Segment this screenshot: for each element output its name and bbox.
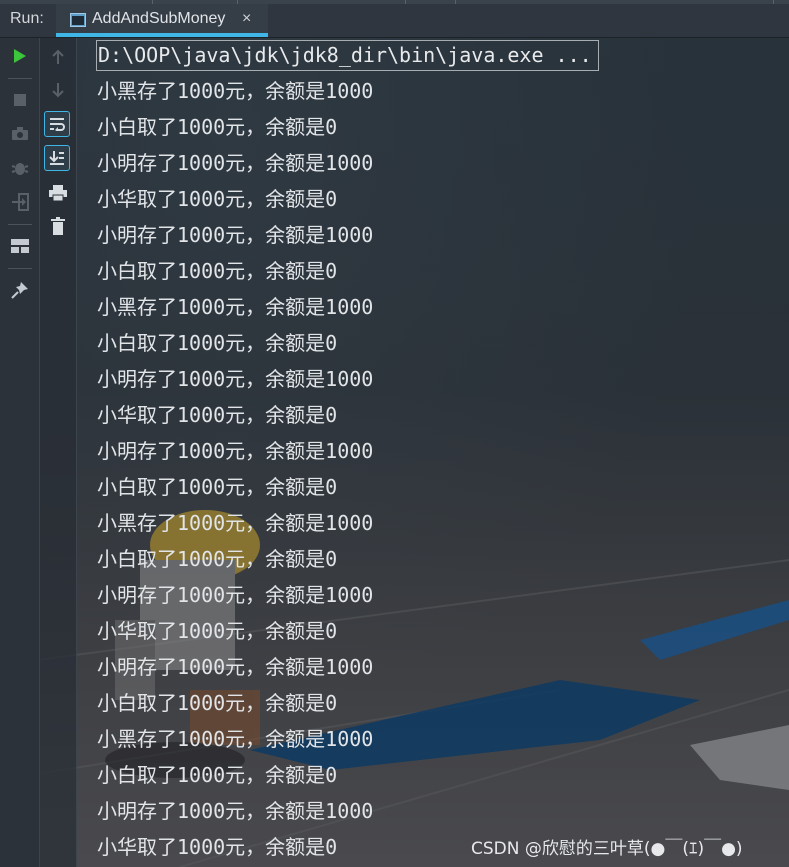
- console-line: 小白取了1000元，余额是0: [97, 691, 338, 715]
- console-line: 小明存了1000元，余额是1000: [97, 151, 374, 175]
- console-output[interactable]: D:\OOP\java\jdk\jdk8_dir\bin\java.exe ..…: [77, 38, 789, 867]
- console-actions-toolbar: [40, 38, 77, 867]
- close-icon[interactable]: ×: [242, 10, 251, 28]
- play-icon[interactable]: [8, 44, 32, 68]
- console-line: 小白取了1000元，余额是0: [97, 763, 338, 787]
- console-line: 小明存了1000元，余额是1000: [97, 367, 374, 391]
- console-line: 小白取了1000元，余额是0: [97, 475, 338, 499]
- exit-icon[interactable]: [8, 190, 32, 214]
- scroll-to-end-icon[interactable]: [44, 145, 70, 171]
- console-line: 小黑存了1000元，余额是1000: [97, 295, 374, 319]
- run-actions-toolbar: [0, 38, 40, 867]
- csdn-watermark: CSDN @欣慰的三叶草(●￣(ｴ)￣●): [471, 839, 743, 859]
- console-window-icon: [70, 13, 86, 27]
- run-tool-window-header: Run: AddAndSubMoney ×: [0, 0, 789, 38]
- layout-icon[interactable]: [8, 234, 32, 258]
- tab-addandsubmoney[interactable]: AddAndSubMoney ×: [56, 4, 268, 37]
- console-line: 小明存了1000元，余额是1000: [97, 655, 374, 679]
- camera-icon[interactable]: [8, 122, 32, 146]
- console-line: 小明存了1000元，余额是1000: [97, 439, 374, 463]
- print-icon[interactable]: [46, 181, 70, 205]
- console-line: 小明存了1000元，余额是1000: [97, 583, 374, 607]
- stop-icon[interactable]: [8, 88, 32, 112]
- arrow-up-icon[interactable]: [46, 45, 70, 69]
- tab-title: AddAndSubMoney: [92, 10, 226, 27]
- console-line: 小黑存了1000元，余额是1000: [97, 727, 374, 751]
- arrow-down-icon[interactable]: [46, 78, 70, 102]
- console-line: 小白取了1000元，余额是0: [97, 115, 338, 139]
- pin-icon[interactable]: [8, 278, 32, 302]
- console-line: 小华取了1000元，余额是0: [97, 403, 338, 427]
- console-line: 小黑存了1000元，余额是1000: [97, 79, 374, 103]
- console-line: 小白取了1000元，余额是0: [97, 259, 338, 283]
- console-line: 小白取了1000元，余额是0: [97, 547, 338, 571]
- console-line: 小华取了1000元，余额是0: [97, 187, 338, 211]
- console-line: 小明存了1000元，余额是1000: [97, 799, 374, 823]
- console-command-line[interactable]: D:\OOP\java\jdk\jdk8_dir\bin\java.exe ..…: [96, 40, 599, 71]
- console-line: 小明存了1000元，余额是1000: [97, 223, 374, 247]
- trash-icon[interactable]: [46, 214, 70, 238]
- console-line: 小华取了1000元，余额是0: [97, 619, 338, 643]
- debug-bug-icon[interactable]: [8, 156, 32, 180]
- console-line: 小白取了1000元，余额是0: [97, 331, 338, 355]
- run-label: Run:: [10, 10, 44, 27]
- console-line: 小华取了1000元，余额是0: [97, 835, 338, 859]
- console-line: 小黑存了1000元，余额是1000: [97, 511, 374, 535]
- active-tab-indicator: [56, 33, 268, 37]
- soft-wrap-icon[interactable]: [44, 111, 70, 137]
